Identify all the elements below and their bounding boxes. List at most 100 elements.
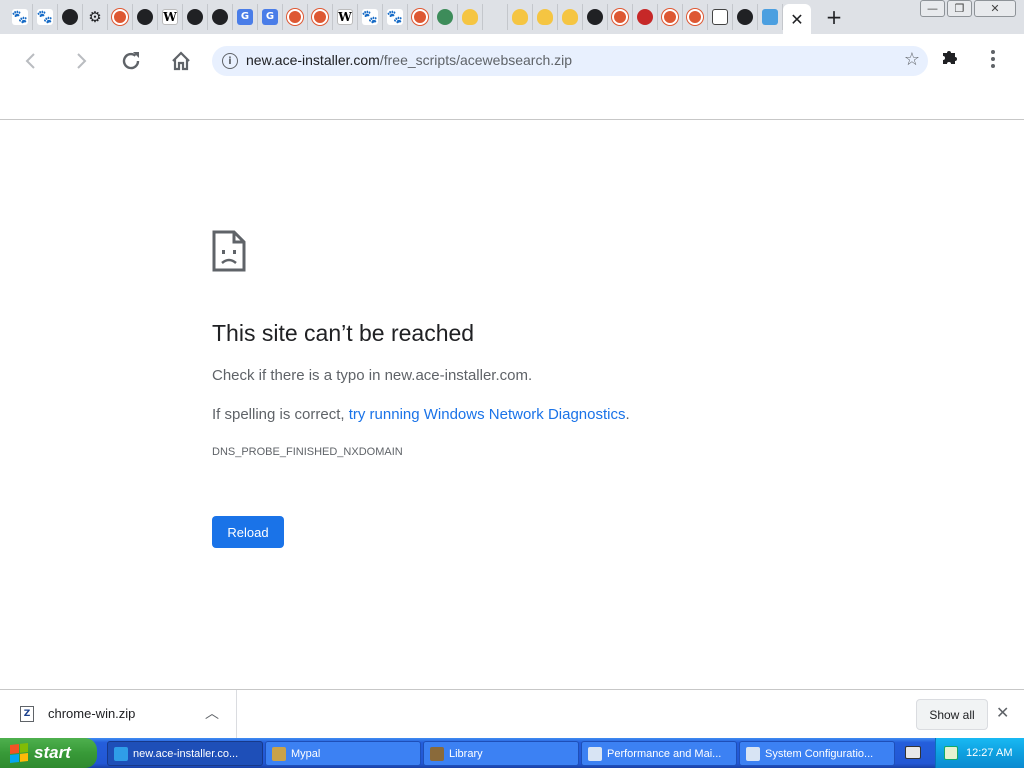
browser-menu-icon[interactable] bbox=[988, 50, 998, 68]
taskbar-button-label: System Configuratio... bbox=[765, 747, 874, 760]
cup-icon bbox=[537, 9, 553, 25]
browser-tab[interactable] bbox=[583, 4, 608, 30]
browser-tab[interactable] bbox=[558, 4, 583, 30]
reload-button[interactable]: Reload bbox=[212, 516, 284, 548]
browser-tab[interactable]: W bbox=[158, 4, 183, 30]
sad-document-icon bbox=[212, 230, 246, 272]
taskbar-button-label: Performance and Mai... bbox=[607, 747, 722, 760]
taskbar-button[interactable]: Mypal bbox=[265, 741, 421, 766]
reload-toolbar-button[interactable] bbox=[116, 46, 146, 76]
browser-tab[interactable]: 🐾 bbox=[8, 4, 33, 30]
taskbar-button[interactable]: Performance and Mai... bbox=[581, 741, 737, 766]
start-button[interactable]: start bbox=[0, 738, 97, 768]
browser-tab[interactable] bbox=[133, 4, 158, 30]
clock: 12:27 AM bbox=[966, 747, 1013, 759]
browser-tab[interactable]: 🐾 bbox=[383, 4, 408, 30]
browser-tab[interactable] bbox=[733, 4, 758, 30]
minimize-button[interactable]: — bbox=[920, 0, 945, 17]
bookmarks-bar bbox=[0, 88, 1024, 120]
browser-tab[interactable] bbox=[758, 4, 783, 30]
grid-icon bbox=[712, 9, 728, 25]
taskbar-button-label: Library bbox=[449, 747, 483, 760]
cup-icon bbox=[512, 9, 528, 25]
zip-file-icon: Z bbox=[20, 706, 34, 722]
browser-tab[interactable]: ⚙ bbox=[83, 4, 108, 30]
home-button[interactable] bbox=[166, 46, 196, 76]
back-arrow-icon bbox=[25, 53, 35, 69]
browser-tab[interactable] bbox=[658, 4, 683, 30]
taskbar-button-label: Mypal bbox=[291, 747, 321, 760]
url-host: new.ace-installer.com bbox=[246, 52, 380, 68]
forward-button[interactable] bbox=[66, 46, 96, 76]
browser-tab[interactable]: W bbox=[333, 4, 358, 30]
taskbar-button[interactable]: new.ace-installer.co... bbox=[107, 741, 263, 766]
app-icon bbox=[588, 746, 602, 761]
browser-tab[interactable] bbox=[108, 4, 133, 30]
restore-button[interactable]: ❐ bbox=[947, 0, 972, 17]
windows-taskbar: start new.ace-installer.co... Mypal Librar… bbox=[0, 738, 1024, 768]
close-tab-icon[interactable]: ✕ bbox=[790, 10, 803, 29]
browser-tab[interactable]: G bbox=[233, 4, 258, 30]
cup-icon bbox=[562, 9, 578, 25]
browser-tab[interactable] bbox=[208, 4, 233, 30]
network-diagnostics-link[interactable]: try running Windows Network Diagnostics bbox=[349, 406, 626, 423]
keyboard-icon[interactable] bbox=[905, 746, 921, 759]
browser-tab[interactable] bbox=[483, 4, 508, 30]
wikipedia-icon: W bbox=[162, 9, 178, 25]
tab-list: 🐾 🐾 ⚙ W G G W 🐾 🐾 ✕ + bbox=[8, 4, 849, 34]
duckduckgo-icon bbox=[662, 9, 678, 25]
browser-tab[interactable] bbox=[633, 4, 658, 30]
browser-tab[interactable] bbox=[608, 4, 633, 30]
earth-icon bbox=[437, 9, 453, 25]
globe-icon bbox=[187, 9, 203, 25]
show-all-button[interactable]: Show all bbox=[916, 699, 988, 730]
site-info-icon[interactable]: i bbox=[222, 53, 238, 69]
browser-tab[interactable] bbox=[708, 4, 733, 30]
extensions-puzzle-icon[interactable] bbox=[940, 48, 958, 71]
weather-icon bbox=[762, 9, 778, 25]
translate-icon: G bbox=[262, 9, 278, 25]
power-icon bbox=[637, 9, 653, 25]
translate-icon: G bbox=[237, 9, 253, 25]
cup-icon bbox=[462, 9, 478, 25]
close-window-button[interactable]: ✕ bbox=[974, 0, 1016, 17]
windows-logo-icon bbox=[10, 743, 28, 763]
blank-icon bbox=[487, 9, 503, 25]
browser-tab[interactable]: 🐾 bbox=[358, 4, 383, 30]
new-tab-button[interactable]: + bbox=[819, 4, 849, 30]
globe-icon bbox=[62, 9, 78, 25]
url-text[interactable]: new.ace-installer.com/free_scripts/acewe… bbox=[246, 52, 572, 68]
back-button[interactable] bbox=[16, 46, 46, 76]
browser-tab[interactable] bbox=[58, 4, 83, 30]
close-shelf-icon[interactable]: ✕ bbox=[996, 703, 1009, 722]
browser-tab[interactable] bbox=[183, 4, 208, 30]
error-page: This site can’t be reached Check if ther… bbox=[0, 121, 1024, 689]
download-item[interactable]: Z chrome-win.zip ︿ bbox=[0, 690, 237, 738]
download-shelf: Z chrome-win.zip ︿ Show all ✕ bbox=[0, 689, 1024, 738]
network-tray-icon[interactable] bbox=[944, 746, 958, 760]
browser-tab[interactable] bbox=[408, 4, 433, 30]
paw-icon: 🐾 bbox=[386, 9, 404, 25]
chevron-up-icon[interactable]: ︿ bbox=[205, 703, 219, 723]
browser-tab[interactable] bbox=[508, 4, 533, 30]
browser-tab[interactable] bbox=[683, 4, 708, 30]
browser-tab[interactable] bbox=[533, 4, 558, 30]
active-tab[interactable]: ✕ bbox=[783, 4, 811, 34]
taskbar-button[interactable]: Library bbox=[423, 741, 579, 766]
browser-tab[interactable] bbox=[458, 4, 483, 30]
bookmark-star-icon[interactable]: ☆ bbox=[904, 49, 920, 70]
browser-tab[interactable] bbox=[283, 4, 308, 30]
address-bar[interactable]: i new.ace-installer.com/free_scripts/ace… bbox=[212, 46, 928, 76]
browser-tab[interactable] bbox=[433, 4, 458, 30]
diagnostics-prefix: If spelling is correct, bbox=[212, 406, 349, 423]
app-icon bbox=[430, 746, 444, 761]
browser-tab[interactable] bbox=[308, 4, 333, 30]
taskbar-button[interactable]: System Configuratio... bbox=[739, 741, 895, 766]
error-typo-hint: Check if there is a typo in new.ace-inst… bbox=[212, 367, 533, 384]
duckduckgo-icon bbox=[312, 9, 328, 25]
browser-tab[interactable]: 🐾 bbox=[33, 4, 58, 30]
window-controls: — ❐ ✕ bbox=[920, 0, 1016, 17]
browser-tab[interactable]: G bbox=[258, 4, 283, 30]
duckduckgo-icon bbox=[612, 9, 628, 25]
taskbar-button-label: new.ace-installer.co... bbox=[133, 747, 239, 760]
